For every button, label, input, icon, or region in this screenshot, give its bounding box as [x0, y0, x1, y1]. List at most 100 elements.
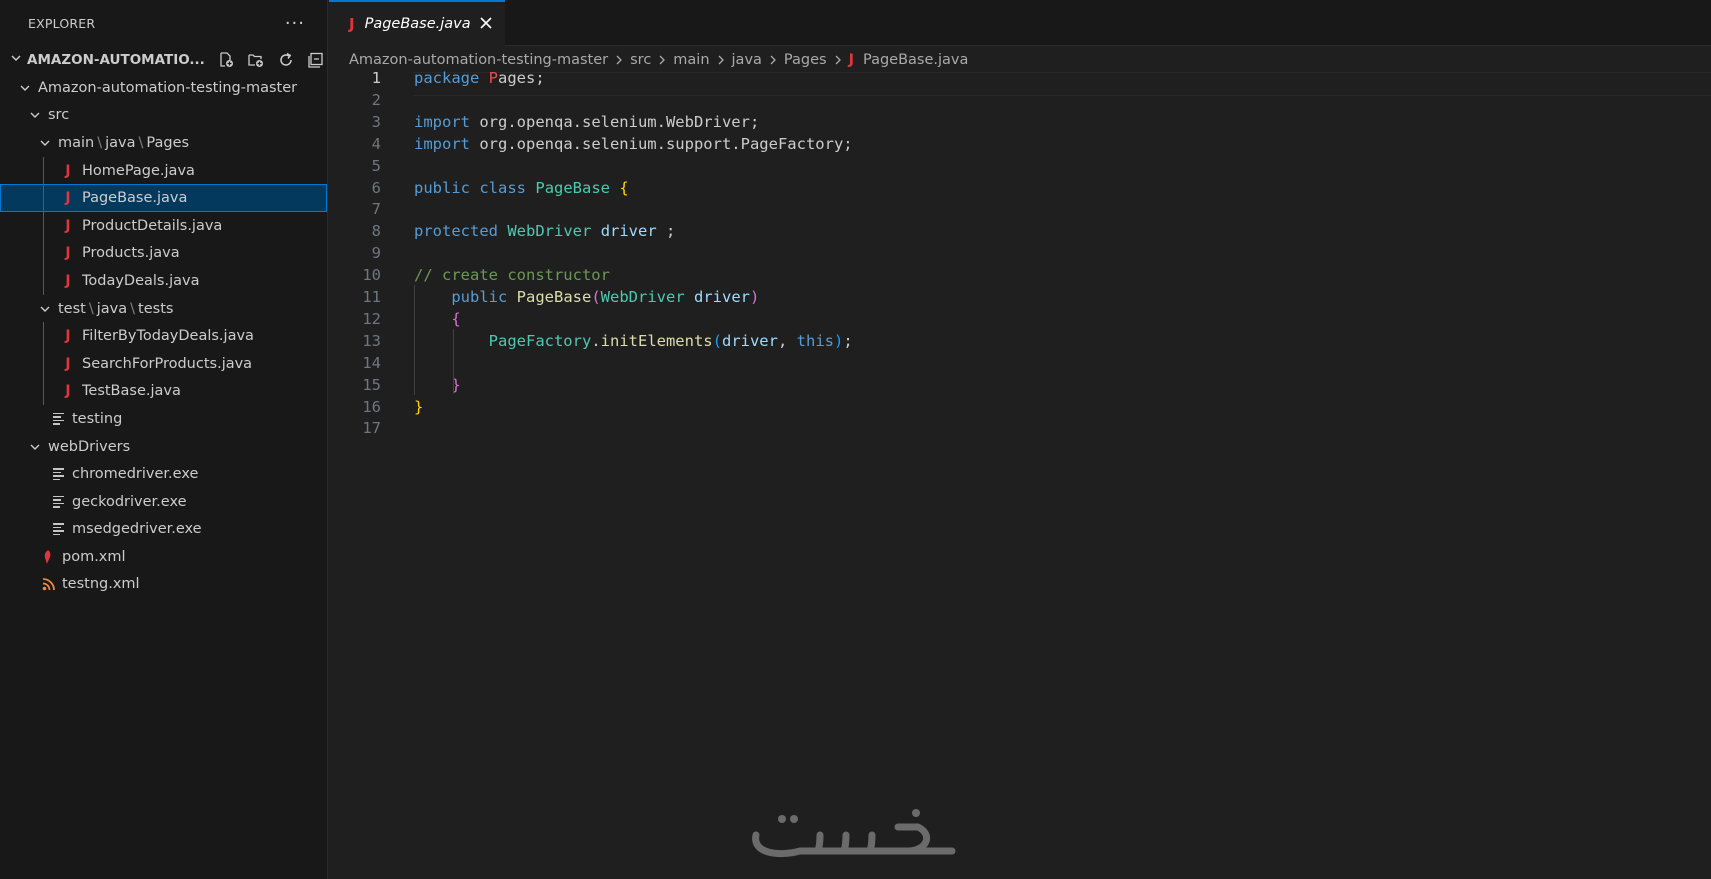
text-file-icon	[51, 521, 65, 537]
file-item[interactable]: J SearchForProducts.java	[0, 350, 327, 378]
line-number: 4	[371, 134, 381, 153]
code-line: 3 import org.openqa.selenium.WebDriver;	[329, 110, 1711, 134]
file-item[interactable]: testng.xml	[0, 571, 327, 599]
line-number: 15	[362, 375, 381, 394]
chevron-right-icon	[657, 54, 667, 66]
new-folder-icon[interactable]	[245, 49, 267, 71]
file-item[interactable]: J FilterByTodayDeals.java	[0, 322, 327, 350]
code-line: 4 import org.openqa.selenium.support.Page…	[329, 132, 1711, 156]
code-line: 17	[329, 416, 1711, 440]
line-number: 12	[362, 309, 381, 328]
text-file-icon	[51, 411, 65, 427]
file-item[interactable]: J TestBase.java	[0, 378, 327, 406]
folder-item[interactable]: main \ java \ Pages	[0, 129, 327, 157]
chevron-down-icon	[19, 82, 31, 94]
java-file-icon: J	[349, 15, 355, 33]
chevron-right-icon	[716, 54, 726, 66]
close-icon[interactable]	[477, 14, 495, 32]
tree-item-label: testing	[72, 410, 123, 427]
java-file-icon: J	[65, 383, 71, 400]
code-text: import org.openqa.selenium.WebDriver;	[414, 112, 760, 131]
code-line: 7	[329, 197, 1711, 221]
folder-item[interactable]: Amazon-automation-testing-master	[0, 74, 327, 102]
explorer-sidebar: EXPLORER ··· AMAZON-AUTOMATIO... Amazon-…	[0, 0, 328, 879]
file-item[interactable]: geckodriver.exe	[0, 488, 327, 516]
tab-label: PageBase.java	[364, 16, 471, 32]
file-item[interactable]: testing	[0, 405, 327, 433]
chevron-right-icon	[833, 54, 843, 66]
line-number: 17	[362, 419, 381, 438]
file-item[interactable]: J PageBase.java	[0, 184, 327, 212]
indent-guide	[43, 156, 44, 295]
file-item[interactable]: J Products.java	[0, 240, 327, 268]
code-line: 1 package Pages;	[329, 66, 1711, 90]
tree-item-label: msedgedriver.exe	[72, 521, 202, 538]
tree-item-label: main \ java \ Pages	[58, 134, 190, 151]
tree-item-label: webDrivers	[48, 438, 131, 455]
chevron-down-icon	[29, 441, 41, 453]
tree-item-label: TodayDeals.java	[82, 272, 200, 289]
folder-item[interactable]: test \ java \ tests	[0, 295, 327, 323]
chevron-down-icon	[39, 137, 51, 149]
code-text: protected WebDriver driver ;	[414, 222, 676, 241]
maven-icon	[41, 549, 55, 565]
tree-item-label: src	[48, 107, 70, 124]
chevron-right-icon	[768, 54, 778, 66]
code-text: }	[414, 397, 424, 416]
line-number: 7	[371, 200, 381, 219]
code-line: 8 protected WebDriver driver ;	[329, 219, 1711, 243]
text-file-icon	[51, 494, 65, 510]
line-number: 14	[362, 353, 381, 372]
line-number: 1	[371, 69, 381, 87]
file-item[interactable]: J HomePage.java	[0, 157, 327, 185]
java-file-icon: J	[65, 272, 71, 289]
tree-item-label: test \ java \ tests	[58, 300, 174, 317]
tree-item-label: Amazon-automation-testing-master	[38, 79, 298, 96]
new-file-icon[interactable]	[215, 49, 237, 71]
line-number: 13	[362, 331, 381, 350]
line-number: 9	[371, 244, 381, 263]
java-file-icon: J	[65, 245, 71, 262]
code-line: 5	[329, 154, 1711, 178]
more-actions-icon[interactable]: ···	[285, 13, 305, 34]
code-line: 9	[329, 241, 1711, 265]
editor-tab-bar: J PageBase.java	[329, 0, 1711, 46]
code-line: 14	[329, 351, 1711, 375]
code-line: 16}	[329, 395, 1711, 419]
file-item[interactable]: J ProductDetails.java	[0, 212, 327, 240]
code-text: // create constructor	[414, 266, 610, 285]
chevron-down-icon	[39, 303, 51, 315]
file-item[interactable]: J TodayDeals.java	[0, 267, 327, 295]
workspace-folder-header[interactable]: AMAZON-AUTOMATIO...	[0, 46, 327, 74]
code-line: 15 }	[329, 373, 1711, 397]
explorer-title: EXPLORER	[28, 15, 96, 31]
tab-pagebase-java[interactable]: J PageBase.java	[329, 0, 505, 46]
tree-item-label: PageBase.java	[82, 190, 188, 207]
code-text: import org.openqa.selenium.support.PageF…	[414, 134, 853, 153]
code-text: public PageBase(WebDriver driver)	[451, 288, 760, 306]
refresh-icon[interactable]	[275, 49, 297, 71]
java-file-icon: J	[65, 190, 71, 207]
java-file-icon: J	[65, 162, 71, 179]
tree-item-label: pom.xml	[62, 548, 126, 565]
code-line: 12 {	[329, 307, 1711, 331]
java-file-icon: J	[65, 355, 71, 372]
code-line: 2	[329, 88, 1711, 112]
code-line: 11 public PageBase(WebDriver driver)	[329, 285, 1711, 309]
java-file-icon: J	[65, 217, 71, 234]
chevron-down-icon	[29, 109, 41, 121]
folder-item[interactable]: src	[0, 102, 327, 130]
collapse-all-icon[interactable]	[305, 49, 327, 71]
rss-icon	[41, 578, 55, 591]
tree-item-label: HomePage.java	[82, 162, 195, 179]
line-number: 11	[362, 288, 381, 306]
folder-item[interactable]: webDrivers	[0, 433, 327, 461]
file-item[interactable]: pom.xml	[0, 543, 327, 571]
code-editor[interactable]: 1 package Pages; 2 3 import org.openqa.selen…	[329, 69, 1711, 879]
chevron-right-icon	[614, 54, 624, 66]
file-item[interactable]: chromedriver.exe	[0, 460, 327, 488]
file-item[interactable]: msedgedriver.exe	[0, 516, 327, 544]
code-line: 13 PageFactory.initElements(driver, this…	[329, 329, 1711, 353]
code-text: {	[451, 309, 461, 328]
code-line: 10 // create constructor	[329, 263, 1711, 287]
